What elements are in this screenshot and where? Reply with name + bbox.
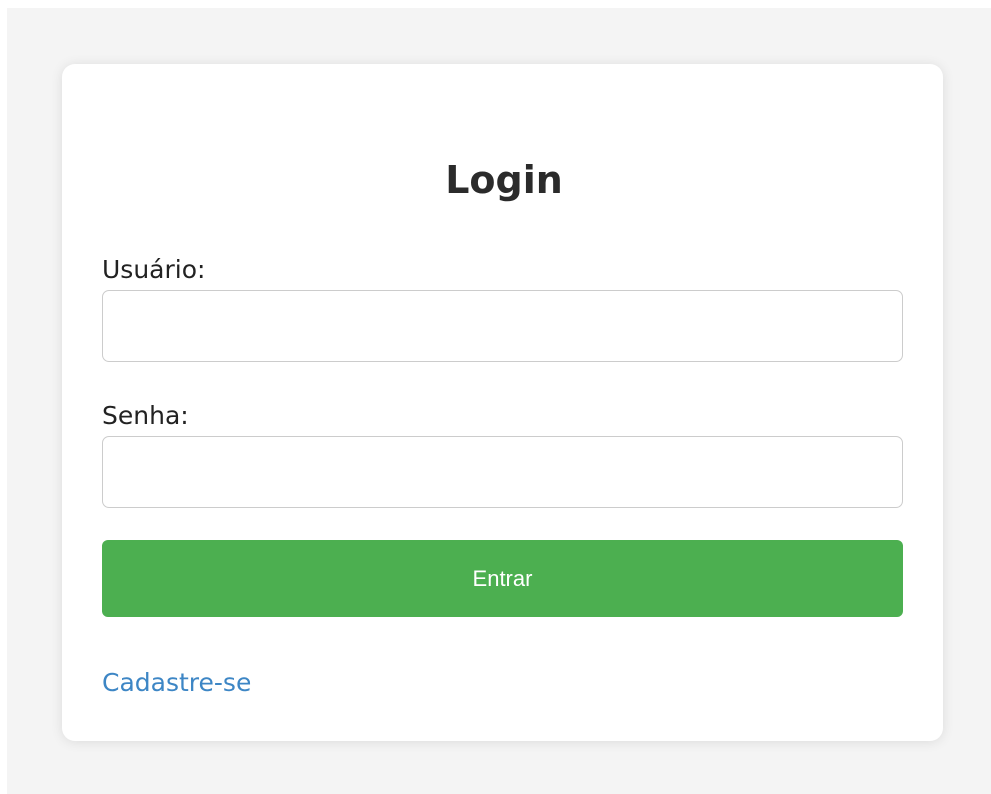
username-field[interactable] <box>102 290 903 362</box>
page-title: Login <box>445 158 563 202</box>
register-link[interactable]: Cadastre-se <box>102 666 251 700</box>
password-field[interactable] <box>102 436 903 508</box>
password-label: Senha: <box>102 401 189 430</box>
username-label: Usuário: <box>102 255 206 284</box>
login-button[interactable]: Entrar <box>102 540 903 617</box>
